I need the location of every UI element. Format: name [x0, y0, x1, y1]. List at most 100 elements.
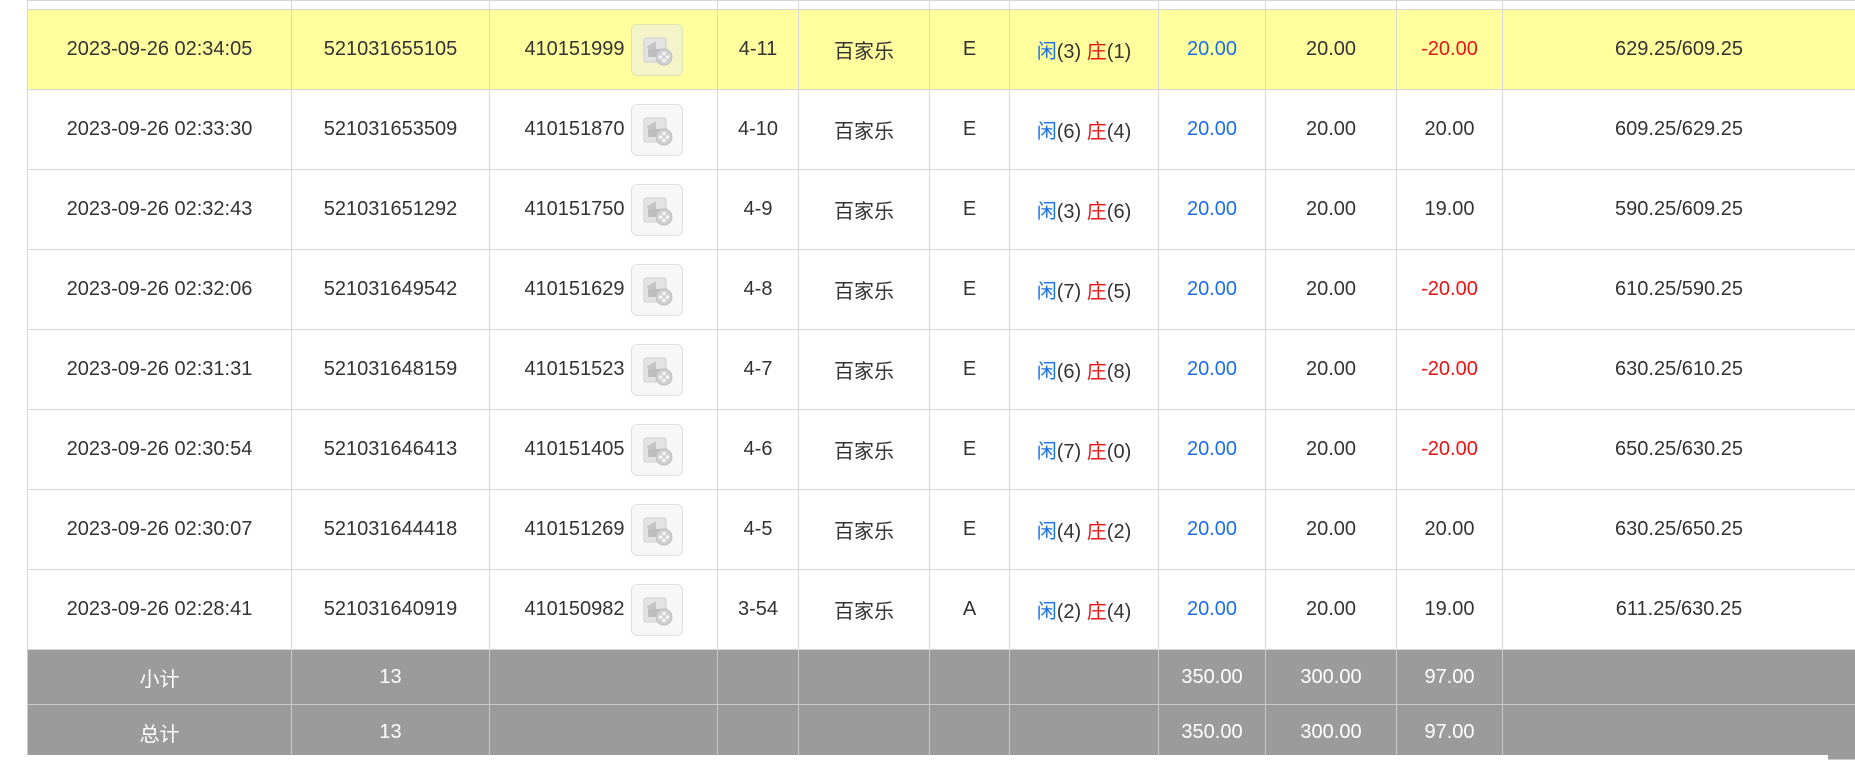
- bet-amount-cell: 20.00: [1158, 409, 1266, 490]
- bet-time-cell: 2023-09-26 02:31:31: [27, 329, 292, 410]
- valid-bet-cell: 20.00: [1265, 89, 1397, 170]
- result-cell: 闲(4) 庄(2): [1009, 489, 1159, 570]
- banker-points: (6): [1106, 201, 1132, 223]
- round-id: 410151405: [524, 438, 625, 460]
- round-id: 410151629: [524, 278, 625, 300]
- shoe-round-cell: 4-5: [717, 489, 799, 570]
- bet-amount-cell: 20.00: [1158, 329, 1266, 410]
- win-loss-value: -20.00: [1421, 358, 1478, 380]
- banker-label: 庄: [1086, 361, 1107, 383]
- player-label: 闲: [1036, 281, 1057, 303]
- result-cell: 闲(3) 庄(6): [1009, 169, 1159, 250]
- total-row: 总计 13 350.00 300.00 97.00: [27, 704, 1855, 760]
- balance-cell: 629.25/609.25: [1502, 9, 1855, 90]
- game-name-cell: 百家乐: [798, 569, 930, 650]
- banker-points: (8): [1106, 361, 1132, 383]
- video-replay-icon[interactable]: [630, 263, 683, 316]
- bet-time-cell: 2023-09-26 02:28:41: [27, 569, 292, 650]
- table-code-cell: E: [929, 169, 1010, 250]
- player-label: 闲: [1036, 521, 1057, 543]
- balance-cell: 609.25/629.25: [1502, 89, 1855, 170]
- table-code-cell: E: [929, 89, 1010, 170]
- table-row: 2023-09-26 02:30:07 521031644418 4101512…: [27, 489, 1855, 570]
- table-row: 2023-09-26 02:31:31 521031648159 4101515…: [27, 329, 1855, 410]
- bet-amount-cell: 20.00: [1158, 169, 1266, 250]
- player-points: (3): [1056, 201, 1082, 223]
- banker-label: 庄: [1086, 521, 1107, 543]
- round-id-cell: 410151269: [489, 489, 718, 570]
- shoe-round-cell: 4-7: [717, 329, 799, 410]
- banker-points: (4): [1106, 601, 1132, 623]
- video-replay-icon[interactable]: [630, 583, 683, 636]
- win-loss-value: -20.00: [1421, 38, 1478, 60]
- bet-time-cell: 2023-09-26 02:32:43: [27, 169, 292, 250]
- table-code-cell: A: [929, 569, 1010, 650]
- table-row: 2023-09-26 02:32:06 521031649542 4101516…: [27, 249, 1855, 330]
- shoe-round-cell: 4-6: [717, 409, 799, 490]
- bet-history-panel: 2023-09-26 02:34:05 521031655105 4101519…: [27, 0, 1855, 760]
- table-code-cell: E: [929, 409, 1010, 490]
- bet-amount-cell: 20.00: [1158, 489, 1266, 570]
- round-id: 410150982: [524, 598, 625, 620]
- win-loss-cell: 19.00: [1396, 169, 1503, 250]
- video-replay-icon[interactable]: [630, 423, 683, 476]
- bet-time-cell: 2023-09-26 02:30:07: [27, 489, 292, 570]
- balance-cell: 630.25/650.25: [1502, 489, 1855, 570]
- video-replay-icon[interactable]: [630, 503, 683, 556]
- round-id: 410151750: [524, 198, 625, 220]
- result-cell: 闲(2) 庄(4): [1009, 569, 1159, 650]
- order-id-cell: 521031651292: [291, 169, 490, 250]
- round-id-cell: 410151405: [489, 409, 718, 490]
- summary-label-cell: 小计: [27, 649, 292, 705]
- order-id-cell: 521031644418: [291, 489, 490, 570]
- valid-bet-cell: 20.00: [1265, 9, 1397, 90]
- subtotal-row: 小计 13 350.00 300.00 97.00: [27, 649, 1855, 705]
- round-id: 410151523: [524, 358, 625, 380]
- bet-time-cell: 2023-09-26 02:32:06: [27, 249, 292, 330]
- banker-label: 庄: [1086, 41, 1107, 63]
- player-label: 闲: [1036, 121, 1057, 143]
- game-name-cell: 百家乐: [798, 89, 930, 170]
- balance-cell: 610.25/590.25: [1502, 249, 1855, 330]
- player-points: (7): [1056, 441, 1082, 463]
- game-name-cell: 百家乐: [798, 9, 930, 90]
- table-row: 2023-09-26 02:34:05 521031655105 4101519…: [27, 9, 1855, 90]
- game-name-cell: 百家乐: [798, 489, 930, 570]
- order-id-cell: 521031655105: [291, 9, 490, 90]
- win-loss-value: -20.00: [1421, 438, 1478, 460]
- valid-bet-cell: 20.00: [1265, 169, 1397, 250]
- video-replay-icon[interactable]: [630, 183, 683, 236]
- shoe-round-cell: 4-8: [717, 249, 799, 330]
- win-loss-value: -20.00: [1421, 278, 1478, 300]
- banker-label: 庄: [1086, 281, 1107, 303]
- shoe-round-cell: 4-9: [717, 169, 799, 250]
- summary-valid-bet-cell: 300.00: [1265, 649, 1397, 705]
- win-loss-cell: 20.00: [1396, 489, 1503, 570]
- balance-cell: 611.25/630.25: [1502, 569, 1855, 650]
- balance-cell: 650.25/630.25: [1502, 409, 1855, 490]
- table-code-cell: E: [929, 249, 1010, 330]
- summary-bet-cell: 350.00: [1158, 649, 1266, 705]
- balance-cell: 590.25/609.25: [1502, 169, 1855, 250]
- summary-bet-cell: 350.00: [1158, 704, 1266, 760]
- table-code-cell: E: [929, 329, 1010, 410]
- result-cell: 闲(7) 庄(5): [1009, 249, 1159, 330]
- round-id-cell: 410151523: [489, 329, 718, 410]
- bet-time-cell: 2023-09-26 02:34:05: [27, 9, 292, 90]
- summary-win-loss-cell: 97.00: [1396, 704, 1503, 760]
- round-id-cell: 410151629: [489, 249, 718, 330]
- player-points: (6): [1056, 361, 1082, 383]
- win-loss-value: 20.00: [1424, 118, 1475, 140]
- player-label: 闲: [1036, 41, 1057, 63]
- win-loss-value: 20.00: [1424, 518, 1475, 540]
- win-loss-cell: -20.00: [1396, 9, 1503, 90]
- round-id: 410151269: [524, 518, 625, 540]
- video-replay-icon[interactable]: [630, 343, 683, 396]
- bet-time-cell: 2023-09-26 02:33:30: [27, 89, 292, 170]
- video-replay-icon[interactable]: [630, 23, 683, 76]
- table-code-cell: E: [929, 9, 1010, 90]
- valid-bet-cell: 20.00: [1265, 249, 1397, 330]
- summary-count-cell: 13: [291, 704, 490, 760]
- summary-valid-bet-cell: 300.00: [1265, 704, 1397, 760]
- video-replay-icon[interactable]: [630, 103, 683, 156]
